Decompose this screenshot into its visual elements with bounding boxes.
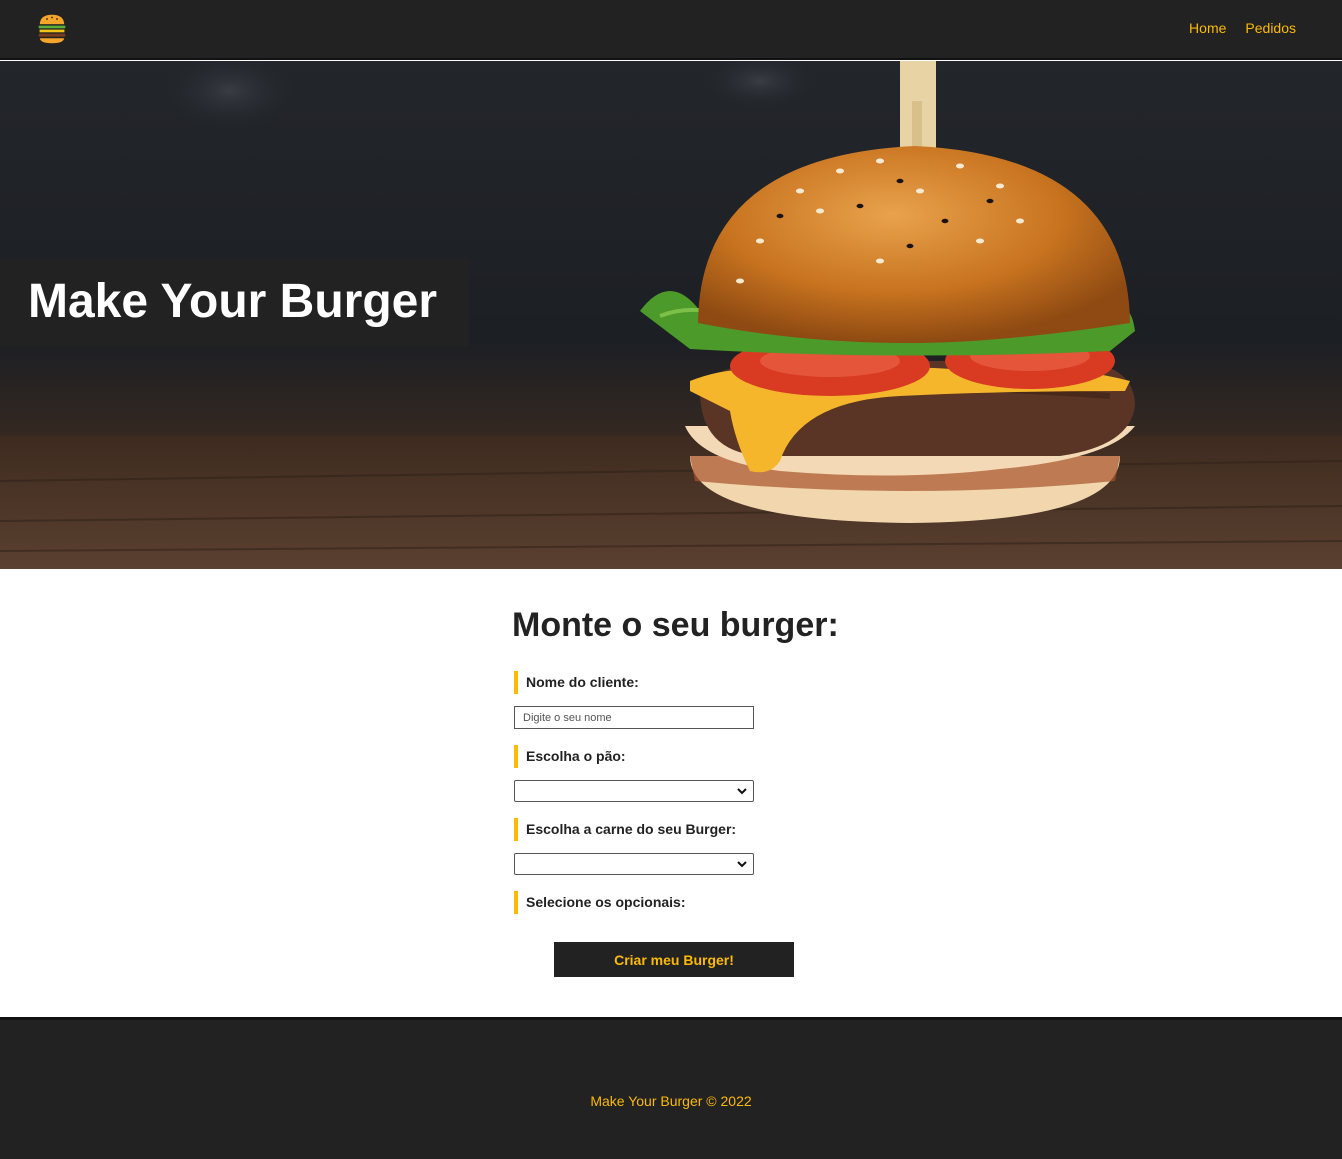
create-burger-button[interactable]: Criar meu Burger! — [554, 942, 794, 977]
burger-icon[interactable] — [36, 12, 68, 46]
name-input[interactable] — [514, 706, 754, 729]
name-label: Nome do cliente: — [514, 671, 639, 694]
navbar: Home Pedidos — [0, 0, 1342, 60]
hero-banner: Make Your Burger — [0, 61, 1342, 569]
bread-select[interactable] — [514, 780, 754, 802]
chevron-down-icon — [737, 788, 747, 795]
meat-select[interactable] — [514, 853, 754, 875]
nav-links: Home Pedidos — [1189, 20, 1296, 36]
meat-label: Escolha a carne do seu Burger: — [514, 818, 736, 841]
bread-label: Escolha o pão: — [514, 745, 626, 768]
footer: Make Your Burger © 2022 — [0, 1017, 1342, 1159]
optionals-label: Selecione os opcionais: — [514, 891, 686, 914]
hero-title-box: Make Your Burger — [0, 259, 469, 346]
nav-link-pedidos[interactable]: Pedidos — [1245, 20, 1296, 36]
footer-text: Make Your Burger © 2022 — [590, 1093, 752, 1109]
chevron-down-icon — [737, 861, 747, 868]
hero-title: Make Your Burger — [28, 275, 438, 328]
form-title: Monte o seu burger: — [512, 606, 839, 644]
nav-link-home[interactable]: Home — [1189, 20, 1226, 36]
